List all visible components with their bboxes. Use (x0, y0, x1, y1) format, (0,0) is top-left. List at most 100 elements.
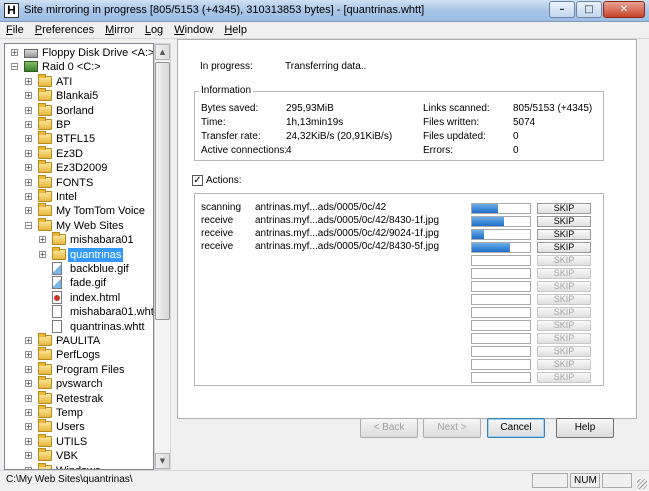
expand-icon[interactable]: + (25, 121, 32, 129)
actions-checkbox[interactable]: ✓ (192, 175, 203, 186)
expand-icon[interactable]: + (25, 394, 32, 402)
menu-file[interactable]: File (6, 24, 24, 36)
folder-tree[interactable]: + Floppy Disk Drive <A:> − Raid 0 <C:> + ATI +… (4, 43, 154, 470)
expand-icon[interactable]: + (11, 49, 18, 57)
action-status: receive (201, 215, 234, 226)
expand-icon[interactable]: + (25, 77, 32, 85)
maximize-button[interactable]: □ (576, 1, 602, 18)
tree-item-label: My TomTom Voice (56, 205, 146, 218)
skip-button[interactable]: SKIP (537, 229, 591, 240)
folder-icon (38, 145, 52, 159)
action-progress-bar (471, 294, 531, 305)
action-progress-fill (472, 217, 504, 226)
client-area: + Floppy Disk Drive <A:> − Raid 0 <C:> + ATI +… (0, 39, 649, 470)
folder-icon (38, 419, 52, 433)
expand-icon[interactable]: + (25, 351, 32, 359)
tree-item-label: FONTS (56, 176, 94, 189)
expand-icon[interactable]: + (25, 423, 32, 431)
html-icon (52, 290, 62, 304)
expand-icon[interactable]: + (25, 380, 32, 388)
skip-button[interactable]: SKIP (537, 333, 591, 344)
expand-icon[interactable]: + (25, 164, 32, 172)
app-icon: H (4, 3, 19, 18)
action-progress-fill (472, 230, 484, 239)
expand-icon[interactable]: + (25, 92, 32, 100)
resize-grip-icon[interactable] (637, 479, 647, 489)
scroll-up-icon[interactable]: ▲ (155, 44, 170, 60)
status-path: C:\My Web Sites\quantrinas\ (6, 474, 133, 485)
folder-icon (38, 333, 52, 346)
action-progress-bar (471, 359, 531, 370)
title-bar[interactable]: H Site mirroring in progress [805/5153 (… (0, 0, 649, 22)
skip-button[interactable]: SKIP (537, 346, 591, 357)
drive-icon (24, 49, 38, 58)
menu-log[interactable]: Log (145, 24, 163, 36)
expand-icon[interactable]: + (25, 193, 32, 201)
folder-icon (38, 73, 52, 87)
collapse-icon[interactable]: − (25, 221, 32, 229)
bytes-saved-label: Bytes saved: (201, 103, 259, 114)
tree-item-label: UTILS (56, 435, 88, 448)
menu-preferences[interactable]: Preferences (35, 24, 94, 36)
menu-help[interactable]: Help (224, 24, 247, 36)
folder-icon (38, 405, 52, 418)
expand-icon[interactable]: + (25, 135, 32, 143)
expand-icon[interactable]: + (39, 250, 46, 258)
information-group-label: Information (199, 85, 254, 96)
skip-button[interactable]: SKIP (537, 281, 591, 292)
folder-icon (38, 131, 52, 145)
expand-icon[interactable]: + (25, 409, 32, 417)
action-progress-bar (471, 216, 531, 227)
close-button[interactable]: ✕ (603, 1, 645, 18)
tree-item-label: Intel (56, 191, 77, 203)
expand-icon[interactable]: + (25, 149, 32, 157)
tree-scrollbar[interactable]: ▲ ▼ (154, 43, 171, 470)
action-progress-bar (471, 242, 531, 253)
minimize-button[interactable]: – (549, 1, 575, 18)
tree-item-label: fade.gif (70, 277, 107, 290)
tree-item-label: PAULITA (56, 335, 101, 347)
time-label: Time: (201, 117, 226, 128)
cancel-button[interactable]: Cancel (487, 418, 545, 438)
expand-icon[interactable]: + (25, 452, 32, 460)
action-progress-bar (471, 333, 531, 344)
next-button[interactable]: Next > (423, 418, 481, 438)
tree-item-label: index.html (70, 291, 121, 304)
transfer-rate-value: 24,32KiB/s (20,91KiB/s) (286, 131, 393, 142)
folder-icon (38, 217, 52, 231)
expand-icon[interactable]: + (25, 365, 32, 373)
expand-icon[interactable]: + (25, 207, 32, 215)
tree-item-label: PerfLogs (56, 349, 101, 362)
expand-icon[interactable]: + (25, 178, 32, 186)
expand-icon[interactable]: + (25, 437, 32, 445)
expand-icon[interactable]: + (25, 106, 32, 114)
action-progress-bar (471, 320, 531, 331)
tree-item-label: My Web Sites (56, 219, 124, 232)
help-button[interactable]: Help (556, 418, 614, 438)
tree-item-label: BP (56, 119, 71, 131)
skip-button[interactable]: SKIP (537, 216, 591, 227)
skip-button[interactable]: SKIP (537, 320, 591, 331)
scroll-down-icon[interactable]: ▼ (155, 453, 170, 469)
skip-button[interactable]: SKIP (537, 255, 591, 266)
skip-button[interactable]: SKIP (537, 203, 591, 214)
menu-mirror[interactable]: Mirror (105, 24, 134, 36)
skip-button[interactable]: SKIP (537, 372, 591, 383)
skip-button[interactable]: SKIP (537, 307, 591, 318)
collapse-icon[interactable]: − (11, 63, 18, 71)
skip-button[interactable]: SKIP (537, 294, 591, 305)
menu-window[interactable]: Window (174, 24, 213, 36)
tree-item-label: ATI (56, 75, 73, 88)
back-button[interactable]: < Back (360, 418, 418, 438)
folder-icon (38, 376, 52, 390)
action-url: antrinas.myf...ads/0005/0c/42/8430-5f.jp… (255, 241, 440, 252)
expand-icon[interactable]: + (25, 337, 32, 345)
window-title: Site mirroring in progress [805/5153 (+4… (24, 4, 425, 16)
skip-button[interactable]: SKIP (537, 268, 591, 279)
skip-button[interactable]: SKIP (537, 359, 591, 370)
skip-button[interactable]: SKIP (537, 242, 591, 253)
folder-icon (38, 88, 52, 102)
action-progress-fill (472, 243, 510, 252)
expand-icon[interactable]: + (39, 236, 46, 244)
scroll-thumb[interactable] (155, 62, 170, 320)
